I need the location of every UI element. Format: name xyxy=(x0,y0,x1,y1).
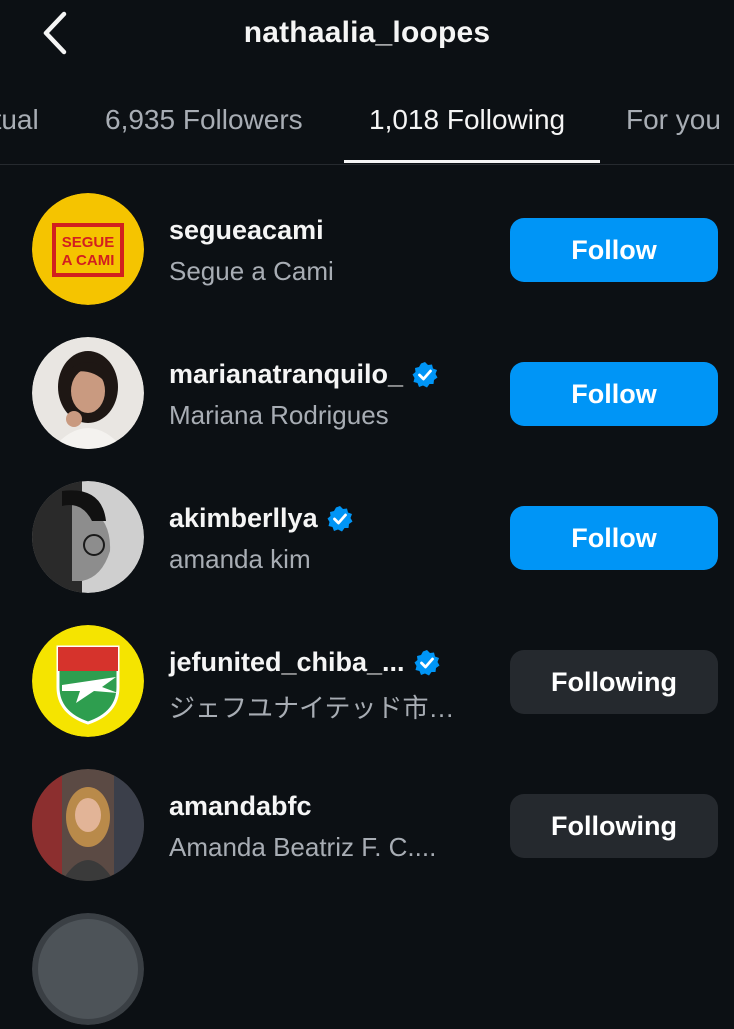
avatar-logo-text-line2: A CAMI xyxy=(62,252,115,269)
following-button[interactable]: Following xyxy=(510,794,718,858)
full-name: amanda kim xyxy=(169,544,311,574)
username: akimberllya xyxy=(169,503,489,534)
avatar[interactable] xyxy=(32,625,144,737)
full-name: Mariana Rodrigues xyxy=(169,400,389,430)
list-item xyxy=(0,885,734,1029)
username: segueacami xyxy=(169,215,324,245)
verified-badge-icon xyxy=(327,505,353,531)
avatar[interactable] xyxy=(32,913,144,1025)
follow-button[interactable]: Follow xyxy=(510,218,718,282)
tab-following[interactable]: 1,018 Following xyxy=(369,104,565,136)
account-names[interactable]: marianatranquilo_ Mariana Rodrigues xyxy=(169,359,489,431)
full-name: Segue a Cami xyxy=(169,256,334,286)
avatar[interactable] xyxy=(32,769,144,881)
active-tab-indicator xyxy=(344,160,600,163)
verified-badge-icon xyxy=(412,361,438,387)
follow-button[interactable]: Follow xyxy=(510,506,718,570)
top-bar: nathaalia_loopes xyxy=(0,0,734,72)
profile-username-title: nathaalia_loopes xyxy=(243,16,491,49)
list-item: jefunited_chiba_... ジェフユナイテッド市… Followin… xyxy=(0,597,734,741)
verified-badge-icon xyxy=(414,649,440,675)
tab-for-you[interactable]: For you xyxy=(626,104,721,136)
following-button[interactable]: Following xyxy=(510,650,718,714)
full-name: ジェフユナイテッド市… xyxy=(169,693,455,723)
full-name: Amanda Beatriz F. C.... xyxy=(169,832,437,862)
tab-mutual[interactable]: utual xyxy=(0,104,39,136)
avatar[interactable]: SEGUE A CAMI xyxy=(32,193,144,305)
avatar-logo-text-line1: SEGUE xyxy=(62,234,115,251)
list-item: amandabfc Amanda Beatriz F. C.... Follow… xyxy=(0,741,734,885)
username: jefunited_chiba_... xyxy=(169,647,489,678)
account-names[interactable]: jefunited_chiba_... ジェフユナイテッド市… xyxy=(169,647,489,725)
username: amandabfc xyxy=(169,791,312,821)
account-names[interactable]: amandabfc Amanda Beatriz F. C.... xyxy=(169,791,489,863)
account-names[interactable]: segueacami Segue a Cami xyxy=(169,215,489,287)
tab-followers[interactable]: 6,935 Followers xyxy=(105,104,303,136)
list-item: SEGUE A CAMI segueacami Segue a Cami Fol… xyxy=(0,165,734,309)
avatar[interactable] xyxy=(32,481,144,593)
username: marianatranquilo_ xyxy=(169,359,489,390)
tab-bar: utual 6,935 Followers 1,018 Following Fo… xyxy=(0,78,734,165)
list-item: akimberllya amanda kim Follow xyxy=(0,453,734,597)
account-names[interactable]: akimberllya amanda kim xyxy=(169,503,489,575)
avatar[interactable] xyxy=(32,337,144,449)
follow-button[interactable]: Follow xyxy=(510,362,718,426)
list-item: marianatranquilo_ Mariana Rodrigues Foll… xyxy=(0,309,734,453)
